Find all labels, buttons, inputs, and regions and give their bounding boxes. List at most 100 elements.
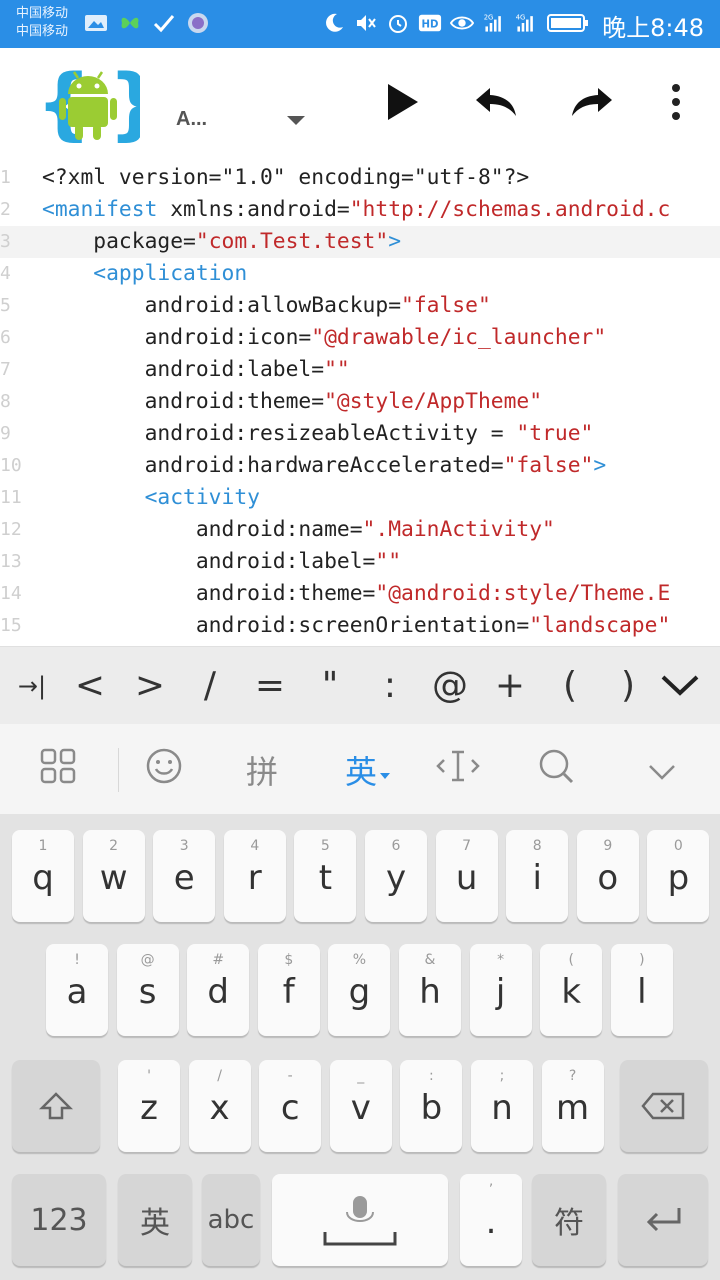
letter-key[interactable]: (k xyxy=(540,944,603,1036)
letter-key[interactable]: @ s xyxy=(116,944,179,1036)
code-line[interactable]: 7 android:label="" xyxy=(0,354,720,386)
code-line[interactable]: 6 android:icon="@drawable/ic_launcher" xyxy=(0,322,720,354)
code-line[interactable]: 1 <?xml version="1.0" encoding="utf-8"?> xyxy=(0,162,720,194)
system-icons: HD 2G 4G xyxy=(322,10,590,36)
key-hint: ; xyxy=(499,1068,505,1084)
code-text: android:theme="@style/AppTheme" xyxy=(42,386,543,418)
letter-key[interactable]: ' z xyxy=(118,1060,180,1152)
symbol-key[interactable]: > xyxy=(122,657,178,715)
code-line[interactable]: 3 package="com.Test.test"> xyxy=(0,226,720,258)
caret-down-icon xyxy=(379,751,391,789)
undo-button[interactable] xyxy=(470,78,522,130)
letter-key[interactable]: & h xyxy=(399,944,461,1036)
letter-key[interactable]: :b xyxy=(400,1060,463,1152)
line-number: 6 xyxy=(0,327,11,348)
cursor-move-button[interactable] xyxy=(428,742,488,798)
letter-key[interactable]: % g xyxy=(328,944,391,1036)
letter-key[interactable]: 0p xyxy=(647,830,710,922)
code-token: "http://schemas.android.c xyxy=(349,197,671,222)
play-icon xyxy=(382,81,422,127)
hide-keyboard-button[interactable] xyxy=(632,742,692,798)
key-hint: 9 xyxy=(603,838,613,854)
line-number: 9 xyxy=(0,423,11,444)
symbol-key[interactable]: < xyxy=(62,657,118,715)
letter-key[interactable]: 6y xyxy=(365,830,427,922)
space-key[interactable] xyxy=(272,1174,448,1266)
pinyin-mode-button[interactable]: 拼 xyxy=(232,742,292,798)
letter-key[interactable]: # d xyxy=(187,944,250,1036)
letter-key[interactable]: ; n xyxy=(471,1060,533,1152)
ime-search-button[interactable] xyxy=(526,742,586,798)
letter-key[interactable]: 2w xyxy=(82,830,145,922)
file-title[interactable]: A... xyxy=(176,108,207,131)
key-hint: ' xyxy=(147,1068,151,1084)
symbol-key[interactable]: = xyxy=(242,657,298,715)
key-hint: 6 xyxy=(391,838,401,854)
letter-key[interactable]: _ v xyxy=(329,1060,392,1152)
emoji-button[interactable] xyxy=(134,742,194,798)
collapse-symbol-bar-button[interactable] xyxy=(652,657,708,715)
line-number: 5 xyxy=(0,295,11,316)
letter-key[interactable]: 8i xyxy=(506,830,569,922)
carrier-labels: 中国移动 中国移动 xyxy=(16,5,68,41)
more-options-button[interactable] xyxy=(650,78,702,130)
run-button[interactable] xyxy=(376,78,428,130)
letter-key[interactable]: 5t xyxy=(294,830,357,922)
code-token: "landscape" xyxy=(529,613,671,638)
code-line[interactable]: 14 android:theme="@android:style/Theme.E xyxy=(0,578,720,610)
code-line[interactable]: 8 android:theme="@style/AppTheme" xyxy=(0,386,720,418)
letter-key[interactable]: 1q xyxy=(12,830,74,922)
symbol-key[interactable]: / xyxy=(182,657,238,715)
symbol-key[interactable]: + xyxy=(482,657,538,715)
code-line[interactable]: 13 android:label="" xyxy=(0,546,720,578)
letter-key[interactable]: ) l xyxy=(610,944,673,1036)
symbol-key[interactable]: ) xyxy=(600,657,656,715)
code-line[interactable]: 10 android:hardwareAccelerated="false"> xyxy=(0,450,720,482)
abc-key[interactable]: abc xyxy=(202,1174,260,1266)
language-key[interactable]: 英 xyxy=(118,1174,192,1266)
symbols-key[interactable]: 符 xyxy=(532,1174,606,1266)
numbers-key[interactable]: 123 xyxy=(12,1174,106,1266)
letter-key[interactable]: ! a xyxy=(46,944,108,1036)
period-key[interactable]: ’ . xyxy=(460,1174,522,1266)
letter-key[interactable]: -c xyxy=(259,1060,322,1152)
key-label: t xyxy=(318,858,333,898)
shift-key[interactable] xyxy=(12,1060,100,1152)
key-hint: - xyxy=(287,1068,293,1084)
letter-key[interactable]: * j xyxy=(469,944,532,1036)
code-text: android:label="" xyxy=(42,546,401,578)
letter-key[interactable]: $ f xyxy=(257,944,320,1036)
english-mode-button[interactable]: 英 xyxy=(334,742,402,798)
signal-4g-icon: 4G xyxy=(514,10,538,36)
letter-key[interactable]: 7u xyxy=(435,830,498,922)
symbol-key[interactable]: : xyxy=(362,657,418,715)
letter-key[interactable]: ? m xyxy=(541,1060,604,1152)
code-text: android:label="" xyxy=(42,354,350,386)
app-toolbar: { } A... xyxy=(0,48,720,160)
key-label: i xyxy=(532,858,542,898)
ime-menu-button[interactable] xyxy=(28,742,88,798)
file-dropdown-icon[interactable] xyxy=(282,110,310,130)
symbol-key[interactable]: @ xyxy=(422,657,478,715)
letter-key[interactable]: 3e xyxy=(153,830,216,922)
redo-button[interactable] xyxy=(566,78,618,130)
letter-key[interactable]: 9o xyxy=(576,830,639,922)
code-line[interactable]: 2 <manifest xmlns:android="http://schemas… xyxy=(0,194,720,226)
key-label: y xyxy=(385,858,407,898)
code-line[interactable]: 5 android:allowBackup="false" xyxy=(0,290,720,322)
code-line[interactable]: 15 android:screenOrientation="landscape" xyxy=(0,610,720,642)
symbol-key[interactable]: " xyxy=(302,657,358,715)
letter-key[interactable]: / x xyxy=(188,1060,251,1152)
code-line[interactable]: 4 <application xyxy=(0,258,720,290)
code-line[interactable]: 12 android:name=".MainActivity" xyxy=(0,514,720,546)
code-line[interactable]: 9 android:resizeableActivity = "true" xyxy=(0,418,720,450)
symbol-key[interactable]: ( xyxy=(542,657,598,715)
shift-icon xyxy=(12,1060,100,1152)
backspace-key[interactable] xyxy=(620,1060,708,1152)
letter-key[interactable]: 4r xyxy=(223,830,286,922)
enter-key[interactable] xyxy=(618,1174,708,1266)
code-token: "com.Test.test" xyxy=(195,229,389,254)
code-editor[interactable]: 1 <?xml version="1.0" encoding="utf-8"?> 2… xyxy=(0,162,720,644)
symbol-key-tab[interactable]: →| xyxy=(4,657,60,715)
code-line[interactable]: 11 <activity xyxy=(0,482,720,514)
